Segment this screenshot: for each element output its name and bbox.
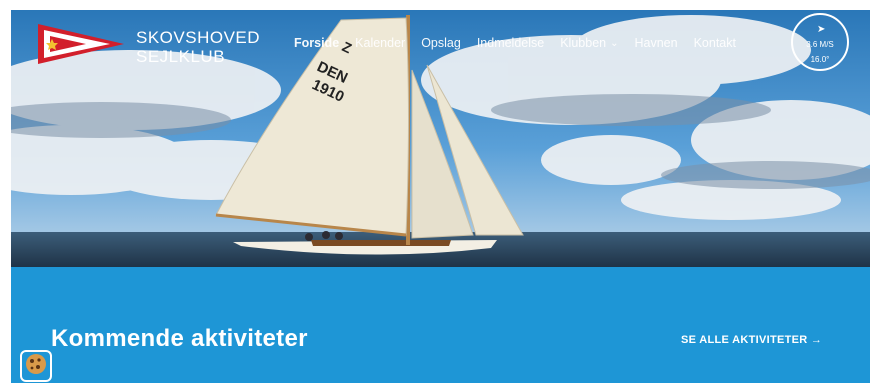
wind-direction: 16.0° (810, 55, 830, 64)
nav-kontakt[interactable]: Kontakt (694, 36, 736, 50)
brand-line-1: SKOVSHOVED (136, 27, 261, 47)
brand-line-2: SEJLKLUB (136, 46, 226, 66)
nav-indmeldelse[interactable]: Indmeldelse (477, 36, 544, 50)
chevron-down-icon: ⌄ (610, 37, 619, 49)
wind-arrow-icon: ➤ (817, 24, 826, 35)
brand-name: SKOVSHOVED SEJLKLUB (136, 28, 260, 66)
nav-opslag[interactable]: Opslag (421, 36, 461, 50)
page-frame: Z DEN 1910 SKOVSHOVED SEJLKLUB Forside K… (11, 10, 870, 383)
nav-havnen[interactable]: Havnen (634, 36, 677, 50)
wind-speed: 3.6 M/S (806, 40, 834, 49)
nav-klubben[interactable]: Klubben ⌄ (560, 36, 618, 50)
nav-kalender[interactable]: Kalender (355, 36, 405, 50)
see-all-activities-link[interactable]: SE ALLE AKTIVITETER → (681, 334, 822, 346)
nav-forside[interactable]: Forside (294, 36, 339, 50)
activities-title: Kommende aktiviteter (51, 325, 308, 352)
site-logo[interactable]: SKOVSHOVED SEJLKLUB (38, 22, 260, 71)
cookie-icon (24, 352, 48, 381)
club-burgee-icon (38, 22, 124, 71)
cookie-settings-button[interactable] (20, 350, 52, 382)
main-nav: Forside Kalender Opslag Indmeldelse Klub… (294, 36, 752, 50)
wind-widget[interactable]: ➤ 3.6 M/S 16.0° (791, 13, 849, 71)
